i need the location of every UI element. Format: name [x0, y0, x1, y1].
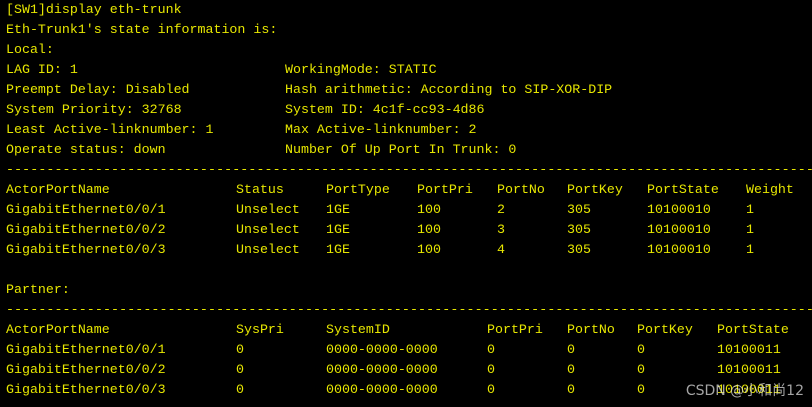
port-pri-cell: 0	[487, 362, 495, 377]
system-id-cell: 0000-0000-0000	[326, 362, 438, 377]
table-row: GigabitEthernet0/0/2 0 0000-0000-0000 0 …	[6, 360, 812, 380]
preempt-delay: Preempt Delay: Disabled	[6, 82, 190, 97]
header-status: Status	[236, 182, 284, 197]
operate-status: Operate status: down	[6, 142, 166, 157]
header-sys-pri: SysPri	[236, 322, 284, 337]
port-type-cell: 1GE	[326, 222, 350, 237]
table-row: GigabitEthernet0/0/2 Unselect 1GE 100 3 …	[6, 220, 812, 240]
header-port-no: PortNo	[567, 322, 615, 337]
port-type-cell: 1GE	[326, 202, 350, 217]
port-pri-cell: 100	[417, 222, 441, 237]
port-pri-cell: 0	[487, 382, 495, 397]
port-key-cell: 0	[637, 382, 645, 397]
separator-line: ----------------------------------------…	[6, 162, 812, 177]
info-row-active: Least Active-linknumber: 1 Max Active-li…	[6, 120, 812, 140]
least-active: Least Active-linknumber: 1	[6, 122, 214, 137]
up-port-count: Number Of Up Port In Trunk: 0	[285, 142, 517, 157]
port-no-cell: 3	[497, 222, 505, 237]
port-state-cell: 10100010	[647, 222, 711, 237]
port-key-cell: 305	[567, 222, 591, 237]
header-port-state: PortState	[717, 322, 789, 337]
sys-pri-cell: 0	[236, 362, 244, 377]
command-line: [SW1]display eth-trunk	[6, 2, 182, 17]
port-no-cell: 2	[497, 202, 505, 217]
port-name-cell: GigabitEthernet0/0/1	[6, 342, 166, 357]
port-pri-cell: 100	[417, 242, 441, 257]
csdn-watermark: CSDN @小和尚12	[685, 383, 804, 399]
system-id: System ID: 4c1f-cc93-4d86	[285, 102, 485, 117]
weight-cell: 1	[746, 242, 754, 257]
header-port-key: PortKey	[567, 182, 623, 197]
working-mode: WorkingMode: STATIC	[285, 62, 437, 77]
partner-title: Partner:	[6, 282, 70, 297]
weight-cell: 1	[746, 222, 754, 237]
port-name-cell: GigabitEthernet0/0/3	[6, 242, 166, 257]
port-key-cell: 0	[637, 342, 645, 357]
max-active: Max Active-linknumber: 2	[285, 122, 477, 137]
status-cell: Unselect	[236, 202, 300, 217]
port-type-cell: 1GE	[326, 242, 350, 257]
table-row: GigabitEthernet0/0/1 0 0000-0000-0000 0 …	[6, 340, 812, 360]
header-actor-port-name: ActorPortName	[6, 322, 110, 337]
system-id-cell: 0000-0000-0000	[326, 382, 438, 397]
port-name-cell: GigabitEthernet0/0/3	[6, 382, 166, 397]
header-weight: Weight	[746, 182, 794, 197]
actor-table-header: ActorPortName Status PortType PortPri Po…	[6, 180, 812, 200]
header-system-id: SystemID	[326, 322, 390, 337]
table-row: GigabitEthernet0/0/1 Unselect 1GE 100 2 …	[6, 200, 812, 220]
port-name-cell: GigabitEthernet0/0/1	[6, 202, 166, 217]
state-header: Eth-Trunk1's state information is:	[6, 22, 278, 37]
port-name-cell: GigabitEthernet0/0/2	[6, 222, 166, 237]
port-key-cell: 0	[637, 362, 645, 377]
port-pri-cell: 0	[487, 342, 495, 357]
port-no-cell: 0	[567, 362, 575, 377]
port-name-cell: GigabitEthernet0/0/2	[6, 362, 166, 377]
port-state-cell: 10100011	[717, 362, 781, 377]
port-pri-cell: 100	[417, 202, 441, 217]
header-port-key: PortKey	[637, 322, 693, 337]
system-id-cell: 0000-0000-0000	[326, 342, 438, 357]
status-cell: Unselect	[236, 242, 300, 257]
header-port-pri: PortPri	[487, 322, 543, 337]
info-row-status: Operate status: down Number Of Up Port I…	[6, 140, 812, 160]
info-row-lag: LAG ID: 1 WorkingMode: STATIC	[6, 60, 812, 80]
lag-id: LAG ID: 1	[6, 62, 78, 77]
port-key-cell: 305	[567, 242, 591, 257]
partner-table-header: ActorPortName SysPri SystemID PortPri Po…	[6, 320, 812, 340]
hash-arithmetic: Hash arithmetic: According to SIP-XOR-DI…	[285, 82, 613, 97]
header-port-pri: PortPri	[417, 182, 473, 197]
header-actor-port-name: ActorPortName	[6, 182, 110, 197]
separator-line: ----------------------------------------…	[6, 302, 812, 317]
system-priority: System Priority: 32768	[6, 102, 182, 117]
local-title: Local:	[6, 42, 54, 57]
port-no-cell: 4	[497, 242, 505, 257]
terminal-window[interactable]: [SW1]display eth-trunk Eth-Trunk1's stat…	[0, 0, 812, 407]
port-state-cell: 10100011	[717, 342, 781, 357]
header-port-no: PortNo	[497, 182, 545, 197]
header-port-state: PortState	[647, 182, 719, 197]
sys-pri-cell: 0	[236, 342, 244, 357]
weight-cell: 1	[746, 202, 754, 217]
port-no-cell: 0	[567, 342, 575, 357]
port-state-cell: 10100010	[647, 202, 711, 217]
info-row-system: System Priority: 32768 System ID: 4c1f-c…	[6, 100, 812, 120]
status-cell: Unselect	[236, 222, 300, 237]
port-no-cell: 0	[567, 382, 575, 397]
header-port-type: PortType	[326, 182, 390, 197]
sys-pri-cell: 0	[236, 382, 244, 397]
table-row: GigabitEthernet0/0/3 Unselect 1GE 100 4 …	[6, 240, 812, 260]
port-state-cell: 10100010	[647, 242, 711, 257]
port-key-cell: 305	[567, 202, 591, 217]
info-row-preempt: Preempt Delay: Disabled Hash arithmetic:…	[6, 80, 812, 100]
